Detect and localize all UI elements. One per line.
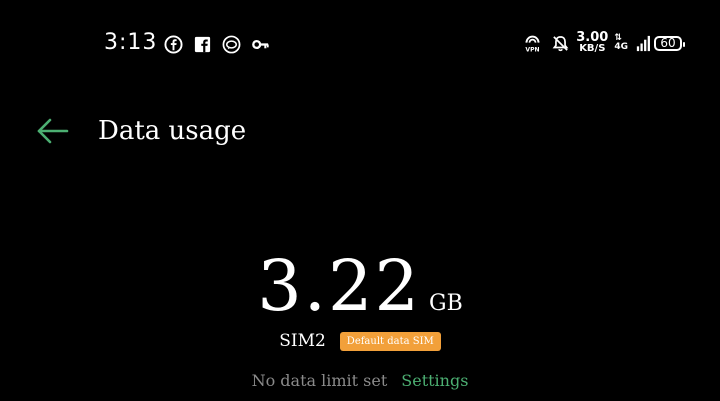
sim-name: SIM2	[279, 331, 326, 351]
data-limit-row: No data limit set Settings	[0, 371, 720, 390]
speed-value: 3.00	[576, 30, 609, 45]
speed-unit: KB/S	[579, 43, 606, 54]
status-right-icons: VPN 3.00 KB/S ⇅ 4G 60	[523, 30, 685, 54]
settings-link[interactable]: Settings	[401, 371, 468, 390]
page-title: Data usage	[98, 116, 247, 146]
data-limit-status: No data limit set	[251, 371, 388, 390]
usage-unit: GB	[429, 291, 463, 316]
battery-level: 60	[660, 36, 676, 50]
status-bar: 3:13 VPN 3.00 KB/S ⇅ 4G 60	[0, 0, 720, 90]
battery-indicator: 60	[654, 35, 685, 51]
bell-off-icon	[551, 34, 570, 53]
status-time: 3:13	[104, 30, 158, 55]
facebook-circle-icon	[164, 35, 183, 54]
data-usage-total: 3.22 GB	[0, 245, 720, 327]
svg-text:VPN: VPN	[526, 46, 540, 53]
network-speed: 3.00 KB/S	[576, 30, 609, 54]
usage-value: 3.22	[257, 245, 422, 327]
arrow-left-icon	[37, 118, 69, 144]
vpn-icon: VPN	[523, 34, 545, 53]
notification-icons	[164, 35, 270, 54]
chat-bubble-icon	[222, 35, 241, 54]
sim-info: SIM2 Default data SIM	[0, 331, 720, 351]
key-icon	[251, 35, 270, 54]
facebook-square-icon	[193, 35, 212, 54]
default-sim-badge: Default data SIM	[339, 331, 441, 351]
network-type: 4G	[614, 42, 628, 52]
back-button[interactable]	[36, 116, 70, 146]
network-type-indicator: ⇅ 4G	[614, 34, 628, 52]
signal-bars-icon	[634, 34, 650, 53]
